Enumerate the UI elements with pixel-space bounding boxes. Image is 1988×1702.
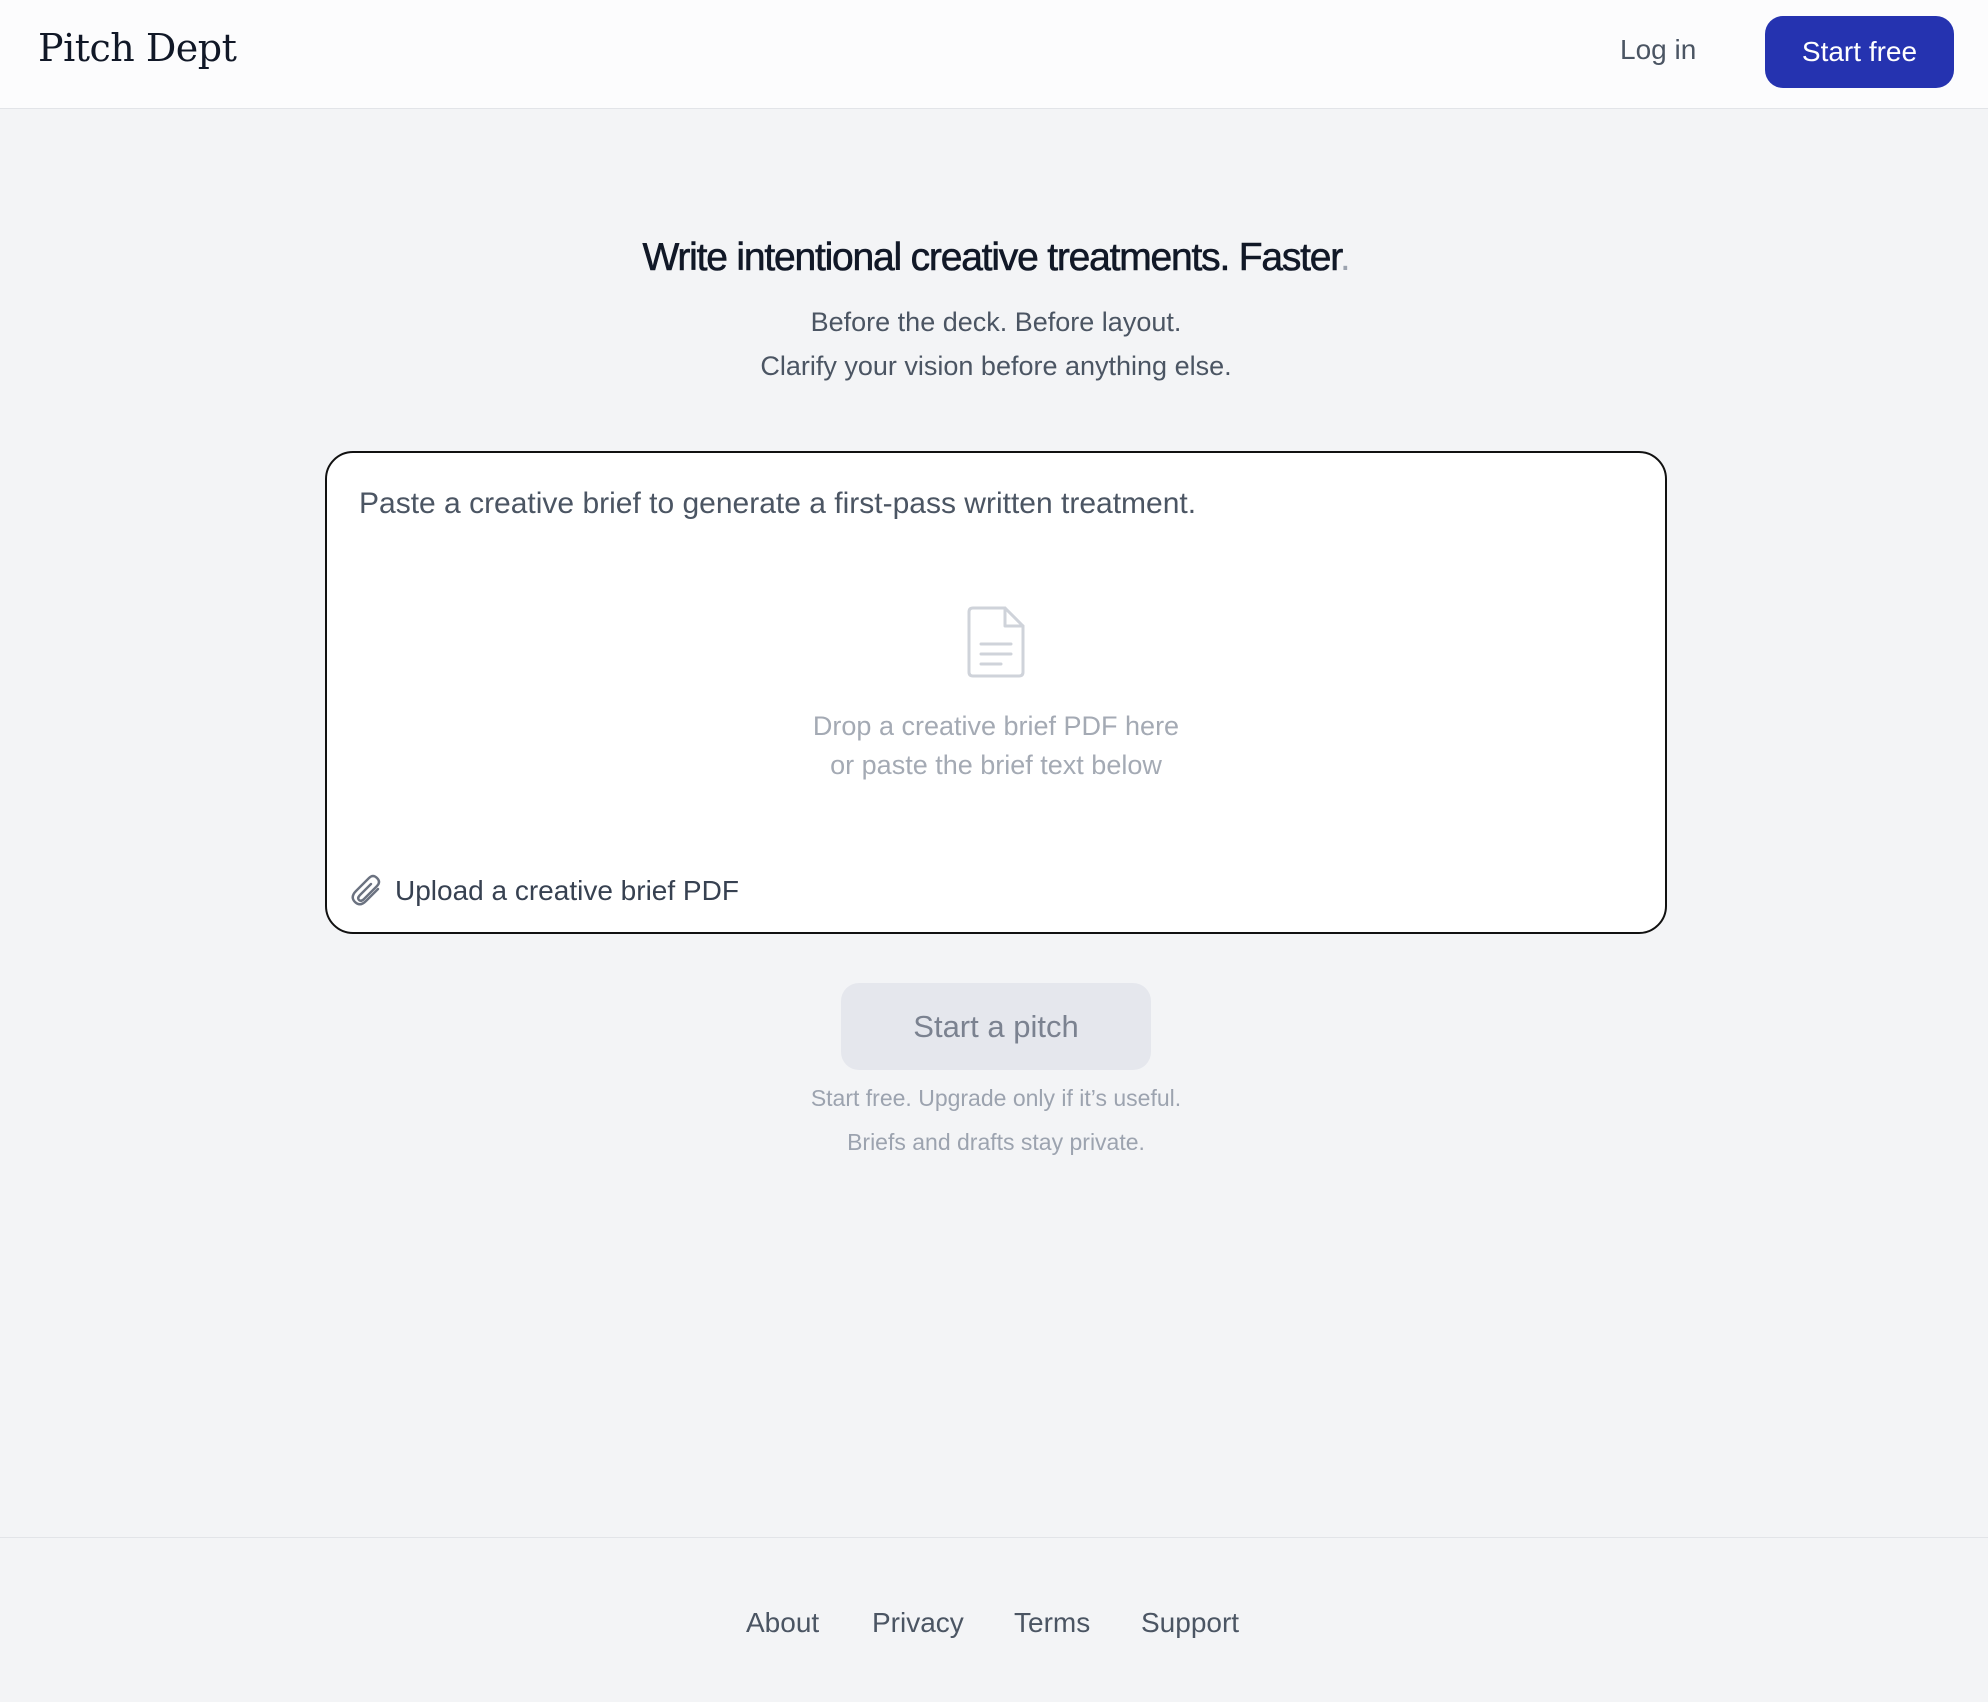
page: Pitch Dept Log in Start free Write inten… (0, 0, 1988, 1702)
footer-link-about[interactable]: About (746, 1607, 819, 1639)
top-header: Pitch Dept Log in Start free (0, 0, 1988, 109)
drop-hint-line2: or paste the brief text below (830, 750, 1162, 780)
cta-note-line2: Briefs and drafts stay private. (847, 1129, 1145, 1155)
start-pitch-button[interactable]: Start a pitch (841, 983, 1151, 1070)
upload-pdf-button[interactable]: Upload a creative brief PDF (351, 871, 739, 911)
drop-hint-line1: Drop a creative brief PDF here (812, 711, 1180, 741)
document-icon (967, 606, 1025, 678)
footer-link-support[interactable]: Support (1141, 1607, 1239, 1639)
logo[interactable]: Pitch Dept (38, 26, 237, 70)
upload-pdf-label: Upload a creative brief PDF (395, 875, 739, 906)
page-title: Write intentional creative treatments. F… (0, 236, 1988, 280)
footer: About Privacy Terms Support (0, 1537, 1988, 1702)
footer-link-terms[interactable]: Terms (1014, 1607, 1090, 1639)
hero-subtitle-line1: Before the deck. Before layout. (810, 307, 1182, 337)
hero-subtitle-line2: Clarify your vision before anything else… (760, 351, 1232, 381)
start-free-button[interactable]: Start free (1765, 16, 1954, 88)
brief-dropzone[interactable]: Drop a creative brief PDF here or paste … (325, 451, 1667, 934)
page-title-text: Write intentional creative treatments. F… (642, 236, 1341, 280)
page-title-dot: . (1339, 236, 1351, 279)
paperclip-icon (351, 874, 381, 906)
cta-note-line1: Start free. Upgrade only if it’s useful. (810, 1085, 1182, 1111)
footer-link-privacy[interactable]: Privacy (872, 1607, 964, 1639)
login-link[interactable]: Log in (1620, 34, 1696, 66)
